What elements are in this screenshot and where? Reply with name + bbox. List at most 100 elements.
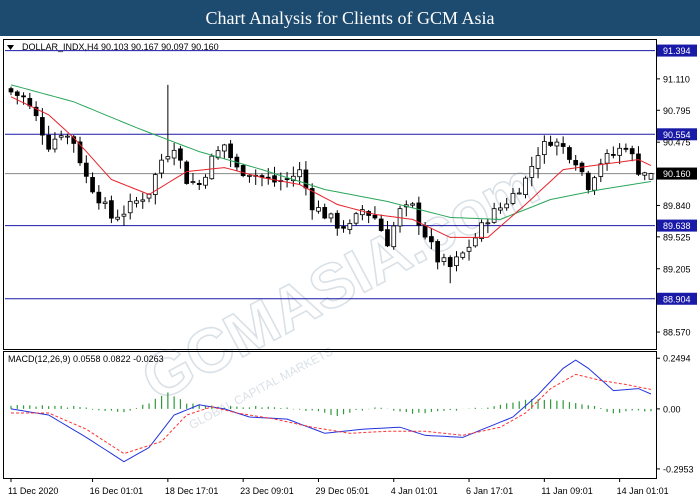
price-tick-label-0: 91.110 <box>663 74 690 84</box>
candle-body-82 <box>523 177 528 196</box>
candle-body-46 <box>297 169 302 178</box>
candle-body-16 <box>109 200 114 219</box>
price-tick-label-4: 89.525 <box>663 232 691 242</box>
candle-body-95 <box>604 153 610 164</box>
candle-body-6 <box>46 134 51 150</box>
macd-header: MACD(12,26,9) 0.0558 0.0822 -0.0263 <box>8 354 164 364</box>
candle-body-99 <box>629 148 635 155</box>
ma-slow-line <box>10 84 652 220</box>
candle-body-90 <box>573 160 579 166</box>
candle-body-67 <box>429 236 434 243</box>
candle-body-66 <box>422 225 428 238</box>
candle-body-51 <box>328 213 334 219</box>
candle-body-5 <box>40 117 45 136</box>
candle-body-84 <box>535 155 541 169</box>
time-tick-label-2: 18 Dec 17:01 <box>165 486 219 496</box>
watermark-text: GCMASIA.com <box>131 149 550 415</box>
time-tick-label-3: 23 Dec 09:01 <box>240 486 294 496</box>
candle-body-58 <box>372 214 378 219</box>
candle-body-96 <box>611 154 616 156</box>
candle-body-75 <box>479 222 484 239</box>
candle-body-1 <box>14 91 20 96</box>
candle-body-94 <box>598 163 604 177</box>
candle-body-102 <box>648 173 654 180</box>
candle-body-9 <box>65 135 70 138</box>
level-label-0: 91.394 <box>663 46 691 56</box>
candle-body-60 <box>385 229 390 247</box>
candle-body-71 <box>454 256 459 267</box>
candle-body-69 <box>441 257 447 262</box>
candle-body-49 <box>316 207 321 212</box>
candle-body-83 <box>529 166 535 178</box>
candle-body-52 <box>334 212 340 229</box>
time-tick-label-5: 4 Jan 01:01 <box>391 486 438 496</box>
candle-body-21 <box>140 199 146 202</box>
time-tick-label-1: 16 Dec 01:01 <box>90 486 144 496</box>
candle-body-59 <box>378 218 384 231</box>
candle-body-8 <box>58 135 64 138</box>
candle-body-29 <box>190 181 196 183</box>
time-tick-label-4: 29 Dec 05:01 <box>315 486 369 496</box>
candle-body-24 <box>159 159 164 174</box>
candle-body-18 <box>121 213 127 217</box>
candle-body-68 <box>435 241 441 263</box>
candle-body-64 <box>410 203 415 206</box>
price-tick-label-3: 89.840 <box>663 201 691 211</box>
candle-body-92 <box>585 172 591 190</box>
candle-body-12 <box>83 162 89 177</box>
level-label-3: 88.904 <box>663 294 691 304</box>
macd-tick-label-0: 0.2494 <box>663 354 691 364</box>
candle-body-31 <box>203 176 208 186</box>
candle-body-50 <box>322 207 328 219</box>
time-tick-label-0: 11 Dec 2020 <box>8 486 58 496</box>
candle-body-73 <box>466 246 472 252</box>
macd-panel-frame <box>3 351 657 479</box>
candle-body-85 <box>541 141 547 156</box>
candle-body-98 <box>623 147 629 150</box>
candle-body-7 <box>52 138 58 150</box>
candle-body-14 <box>96 191 102 204</box>
candle-body-101 <box>642 172 648 176</box>
candle-body-88 <box>560 143 566 147</box>
candle-body-77 <box>491 208 497 223</box>
candle-body-97 <box>617 147 622 156</box>
candle-body-61 <box>391 225 397 248</box>
candle-body-44 <box>284 178 290 181</box>
candle-body-93 <box>592 177 597 191</box>
collapse-triangle-icon[interactable] <box>7 45 14 50</box>
candle-body-89 <box>567 147 572 160</box>
candle-body-2 <box>21 95 26 98</box>
current-price-label: 90.160 <box>663 169 691 179</box>
candle-body-100 <box>636 153 641 175</box>
candle-body-32 <box>209 155 215 180</box>
candle-body-35 <box>228 143 233 159</box>
candle-body-80 <box>510 193 516 204</box>
price-tick-label-6: 88.570 <box>663 328 691 338</box>
candle-body-42 <box>272 175 277 183</box>
symbol-header: DOLLAR_INDX,H4 90.103 90.167 90.097 90.1… <box>22 42 219 52</box>
candle-body-15 <box>102 201 108 204</box>
candle-body-70 <box>447 257 453 267</box>
price-tick-label-2: 90.475 <box>663 138 691 148</box>
candle-body-47 <box>303 169 309 189</box>
candle-body-37 <box>240 165 246 177</box>
candle-body-55 <box>353 213 359 224</box>
macd-tick-label-2: -0.2953 <box>663 464 694 474</box>
candle-body-78 <box>498 207 503 211</box>
chart-area: GCMASIA.com GLOBAL CAPITAL MARKETS 91.39… <box>3 39 697 496</box>
time-tick-label-7: 11 Jan 09:01 <box>541 486 592 496</box>
time-tick-label-8: 14 Jan 01:01 <box>617 486 669 496</box>
candle-body-13 <box>90 177 95 193</box>
candle-body-20 <box>134 200 139 204</box>
candle-body-72 <box>460 252 466 258</box>
candle-body-74 <box>472 237 478 247</box>
price-tick-label-5: 89.205 <box>663 264 691 274</box>
level-label-2: 89.638 <box>663 221 691 231</box>
candle-body-25 <box>165 156 171 160</box>
candle-body-87 <box>554 141 560 147</box>
candle-body-30 <box>196 182 202 186</box>
macd-tick-label-1: 0.00 <box>663 404 681 414</box>
price-tick-label-1: 90.795 <box>663 106 691 116</box>
candle-body-34 <box>221 144 227 152</box>
time-tick-label-6: 6 Jan 17:01 <box>466 486 513 496</box>
